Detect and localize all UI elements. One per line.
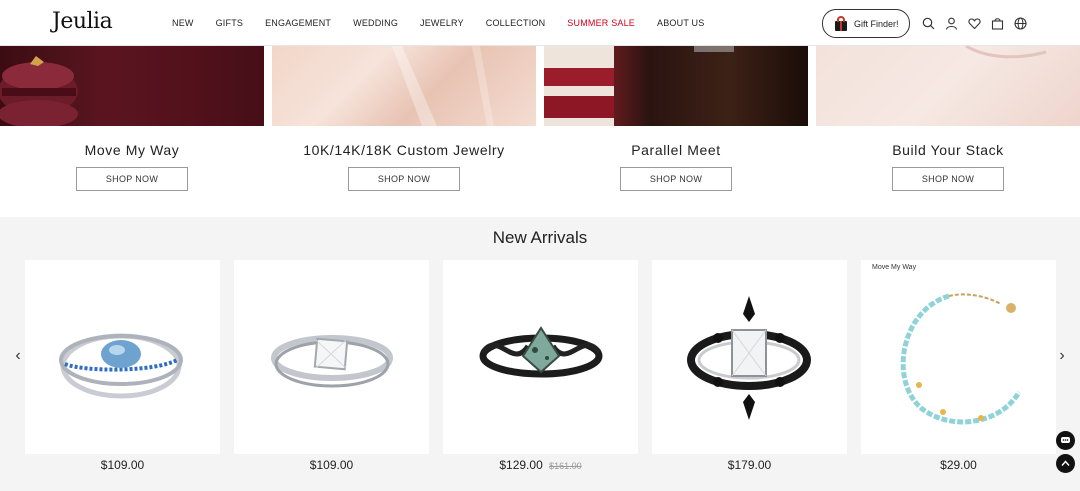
collection-tag: Move My Way — [872, 264, 917, 271]
tile-parallel-meet[interactable]: Parallel Meet SHOP NOW — [544, 46, 808, 217]
nav-new[interactable]: NEW — [172, 18, 194, 28]
gift-finder-button[interactable]: Gift Finder! — [822, 9, 910, 38]
nav-about-us[interactable]: ABOUT US — [657, 18, 704, 28]
header-icons — [920, 15, 1035, 32]
heart-icon[interactable] — [966, 15, 983, 32]
nav-gifts[interactable]: GIFTS — [216, 18, 244, 28]
new-arrivals-section: New Arrivals ‹ › $109.00 $109.00 $129.00… — [0, 217, 1080, 491]
shop-now-button[interactable]: SHOP NOW — [892, 167, 1004, 191]
collection-tiles: Move My Way SHOP NOW 10K/14K/18K Custom … — [0, 46, 1080, 217]
nav-collection[interactable]: COLLECTION — [486, 18, 546, 28]
tile-title: Build Your Stack — [892, 142, 1004, 158]
product-image-moss-agate-ring[interactable] — [443, 260, 638, 454]
nav-wedding[interactable]: WEDDING — [353, 18, 398, 28]
tile-image[interactable] — [0, 46, 264, 126]
product-price-group: $129.00 $161.00 — [443, 458, 638, 472]
nav-engagement[interactable]: ENGAGEMENT — [265, 18, 331, 28]
tile-image[interactable] — [816, 46, 1080, 126]
bag-icon[interactable] — [989, 15, 1006, 32]
chevron-right-icon[interactable]: › — [1055, 346, 1069, 366]
product-image-blue-ring[interactable] — [25, 260, 220, 454]
product-image-bracelet[interactable] — [861, 260, 1056, 454]
product-image-silver-ring[interactable] — [234, 260, 429, 454]
product-card[interactable] — [25, 260, 220, 454]
product-card[interactable] — [443, 260, 638, 454]
chat-icon[interactable] — [1056, 431, 1075, 450]
product-card[interactable] — [234, 260, 429, 454]
back-to-top-icon[interactable] — [1056, 454, 1075, 473]
product-old-price: $161.00 — [549, 461, 582, 471]
shop-now-button[interactable]: SHOP NOW — [620, 167, 732, 191]
product-image-black-white-ring[interactable] — [652, 260, 847, 454]
nav-jewelry[interactable]: JEWELRY — [420, 18, 464, 28]
tile-title: 10K/14K/18K Custom Jewelry — [303, 142, 505, 158]
main-nav: NEW GIFTS ENGAGEMENT WEDDING JEWELRY COL… — [172, 18, 726, 28]
tile-custom-jewelry[interactable]: 10K/14K/18K Custom Jewelry SHOP NOW — [272, 46, 536, 217]
nav-summer-sale[interactable]: SUMMER SALE — [567, 18, 635, 28]
product-price: $129.00 — [499, 458, 543, 472]
user-icon[interactable] — [943, 15, 960, 32]
globe-icon[interactable] — [1012, 15, 1029, 32]
chevron-left-icon[interactable]: ‹ — [11, 346, 25, 366]
tile-build-your-stack[interactable]: Build Your Stack SHOP NOW — [816, 46, 1080, 217]
tile-image[interactable] — [544, 46, 808, 126]
gift-finder-label: Gift Finder! — [854, 18, 899, 29]
product-price: $29.00 — [940, 458, 977, 472]
tile-title: Move My Way — [84, 142, 180, 158]
search-icon[interactable] — [920, 15, 937, 32]
product-price: $109.00 — [309, 458, 354, 472]
product-card[interactable] — [652, 260, 847, 454]
tile-title: Parallel Meet — [631, 142, 721, 158]
tile-image[interactable] — [272, 46, 536, 126]
product-price: $179.00 — [727, 458, 772, 472]
product-card[interactable]: Move My Way — [861, 260, 1056, 454]
shop-now-button[interactable]: SHOP NOW — [348, 167, 460, 191]
gift-icon — [833, 15, 849, 32]
site-header: Jeulia NEW GIFTS ENGAGEMENT WEDDING JEWE… — [0, 0, 1080, 46]
product-price: $109.00 — [100, 458, 145, 472]
shop-now-button[interactable]: SHOP NOW — [76, 167, 188, 191]
brand-logo[interactable]: Jeulia — [52, 9, 113, 34]
tile-move-my-way[interactable]: Move My Way SHOP NOW — [0, 46, 264, 217]
section-title: New Arrivals — [492, 228, 588, 247]
